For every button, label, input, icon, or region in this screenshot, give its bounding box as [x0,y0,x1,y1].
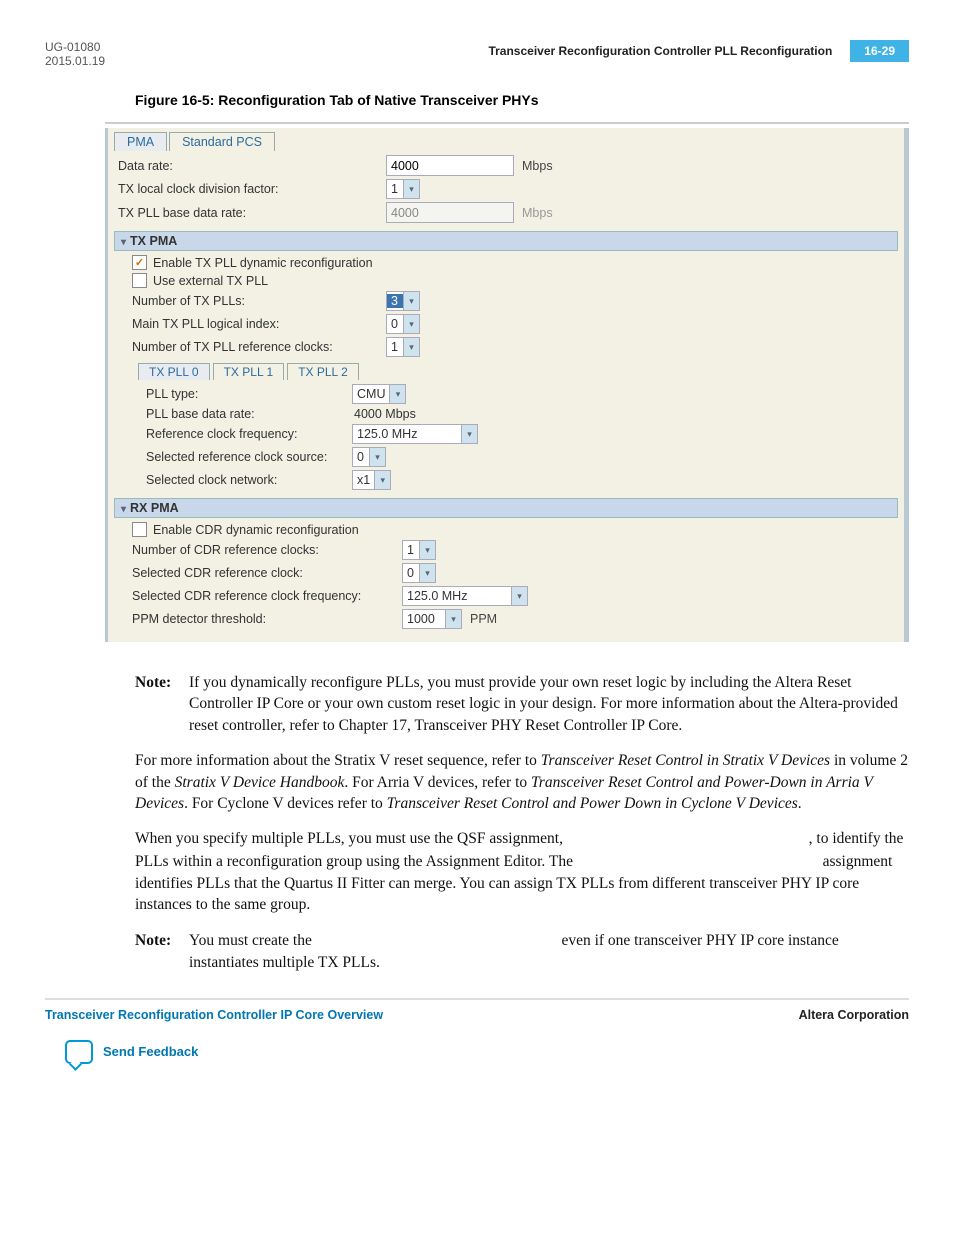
chevron-down-icon: ▾ [369,448,385,466]
chevron-down-icon: ▾ [445,610,461,628]
tx-pll-base-unit: Mbps [522,206,553,220]
data-rate-unit: Mbps [522,159,553,173]
sel-ref-src-label: Selected reference clock source: [144,450,352,464]
ppm-select[interactable]: 1000 ▾ [402,609,462,629]
sel-ref-src-select[interactable]: 0 ▾ [352,447,386,467]
top-tabstrip: PMA Standard PCS [114,132,898,151]
enable-tx-pll-checkbox[interactable]: ✓ [132,255,147,270]
page-footer: Transceiver Reconfiguration Controller I… [45,998,909,1022]
chevron-down-icon: ▾ [419,541,435,559]
pll-type-label: PLL type: [144,387,352,401]
note-label: Note: [135,930,181,974]
sel-cdr-ref-freq-select[interactable]: 125.0 MHz ▾ [402,586,528,606]
num-cdr-ref-select[interactable]: 1 ▾ [402,540,436,560]
chevron-down-icon: ▾ [403,292,419,310]
config-panel: PMA Standard PCS Data rate: Mbps TX loca… [105,128,909,642]
header-title: Transceiver Reconfiguration Controller P… [488,44,832,58]
sel-clk-net-label: Selected clock network: [144,473,352,487]
chevron-down-icon: ▾ [511,587,527,605]
tx-local-div-select[interactable]: 1 ▾ [386,179,420,199]
num-tx-plls-label: Number of TX PLLs: [128,294,386,308]
tab-standard-pcs[interactable]: Standard PCS [169,132,275,151]
tab-tx-pll-1[interactable]: TX PLL 1 [213,363,285,380]
send-feedback-link[interactable]: Send Feedback [65,1040,909,1064]
tx-local-div-label: TX local clock division factor: [114,182,386,196]
collapse-icon: ▾ [121,504,126,515]
use-external-tx-pll-checkbox[interactable] [132,273,147,288]
paragraph-reset-info: For more information about the Stratix V… [135,750,909,814]
num-tx-plls-select[interactable]: 3 ▾ [386,291,420,311]
enable-cdr-checkbox[interactable] [132,522,147,537]
footer-right: Altera Corporation [799,1008,909,1022]
data-rate-input[interactable] [386,155,514,176]
chevron-down-icon: ▾ [374,471,390,489]
doc-id: UG-01080 [45,40,105,54]
note2-text: You must create the XCVR_TX_PLL_RECONFIG… [189,930,909,974]
chevron-down-icon: ▾ [403,338,419,356]
enable-tx-pll-label: Enable TX PLL dynamic reconfiguration [153,256,373,270]
main-tx-pll-idx-select[interactable]: 0 ▾ [386,314,420,334]
ref-clk-freq-select[interactable]: 125.0 MHz ▾ [352,424,478,444]
chevron-down-icon: ▾ [403,180,419,198]
pll-base-rate-value: 4000 Mbps [352,407,416,421]
tab-pma[interactable]: PMA [114,132,167,151]
use-external-tx-pll-label: Use external TX PLL [153,274,268,288]
pll-type-select[interactable]: CMU ▾ [352,384,406,404]
page-number-badge: 16-29 [850,40,909,62]
chevron-down-icon: ▾ [403,315,419,333]
figure-title: Figure 16-5: Reconfiguration Tab of Nati… [135,92,909,108]
pll-tabstrip: TX PLL 0 TX PLL 1 TX PLL 2 [138,363,898,380]
sel-clk-net-select[interactable]: x1 ▾ [352,470,391,490]
body-text: Note: If you dynamically reconfigure PLL… [135,672,909,974]
header-right: Transceiver Reconfiguration Controller P… [488,40,909,62]
main-tx-pll-idx-label: Main TX PLL logical index: [128,317,386,331]
tx-pll-base-label: TX PLL base data rate: [114,206,386,220]
feedback-icon [65,1040,93,1064]
sel-cdr-ref-label: Selected CDR reference clock: [128,566,402,580]
note1-text: If you dynamically reconfigure PLLs, you… [189,672,909,736]
paragraph-qsf: When you specify multiple PLLs, you must… [135,828,909,916]
chevron-down-icon: ▾ [419,564,435,582]
note-label: Note: [135,672,181,736]
num-tx-pll-ref-label: Number of TX PLL reference clocks: [128,340,386,354]
enable-cdr-label: Enable CDR dynamic reconfiguration [153,523,359,537]
doc-date: 2015.01.19 [45,54,105,68]
collapse-icon: ▾ [121,237,126,248]
num-tx-pll-ref-select[interactable]: 1 ▾ [386,337,420,357]
tx-pma-section-header[interactable]: ▾TX PMA [114,231,898,251]
num-cdr-ref-label: Number of CDR reference clocks: [128,543,402,557]
tx-pll-base-input [386,202,514,223]
sel-cdr-ref-select[interactable]: 0 ▾ [402,563,436,583]
page-header: UG-01080 2015.01.19 Transceiver Reconfig… [45,40,909,68]
sel-cdr-ref-freq-label: Selected CDR reference clock frequency: [128,589,402,603]
ref-clk-freq-label: Reference clock frequency: [144,427,352,441]
tab-tx-pll-0[interactable]: TX PLL 0 [138,363,210,380]
chevron-down-icon: ▾ [389,385,405,403]
data-rate-label: Data rate: [114,159,386,173]
footer-left-link[interactable]: Transceiver Reconfiguration Controller I… [45,1008,383,1022]
header-left: UG-01080 2015.01.19 [45,40,105,68]
pll-base-rate-label: PLL base data rate: [144,407,352,421]
ppm-unit: PPM [470,612,497,626]
tab-tx-pll-2[interactable]: TX PLL 2 [287,363,359,380]
rx-pma-section-header[interactable]: ▾RX PMA [114,498,898,518]
chevron-down-icon: ▾ [461,425,477,443]
screenshot-frame: PMA Standard PCS Data rate: Mbps TX loca… [105,122,909,642]
ppm-label: PPM detector threshold: [128,612,402,626]
